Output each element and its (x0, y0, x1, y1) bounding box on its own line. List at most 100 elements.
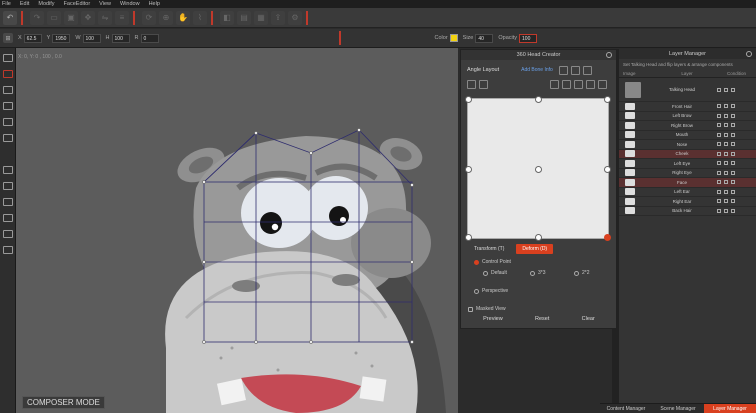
add-icon[interactable] (586, 79, 595, 89)
eye-icon[interactable] (717, 142, 721, 147)
flag-icon[interactable] (731, 208, 735, 213)
eye-icon[interactable] (717, 161, 721, 166)
flag-icon[interactable] (731, 170, 735, 175)
group-tool-icon[interactable]: ▣ (64, 10, 78, 25)
layer-row[interactable]: Left Eye (619, 159, 756, 169)
default-option[interactable]: Default (483, 270, 507, 276)
layer-icon[interactable] (2, 86, 13, 94)
frame-icon[interactable] (2, 182, 13, 190)
lock-icon[interactable] (724, 104, 728, 109)
eye-icon[interactable] (717, 189, 721, 194)
rotate-icon[interactable] (2, 134, 13, 142)
lock-icon[interactable] (724, 142, 728, 147)
blank-icon[interactable] (3, 150, 13, 158)
lock-icon[interactable] (724, 161, 728, 166)
layer-row[interactable]: Face (619, 178, 756, 188)
eye-icon[interactable] (717, 113, 721, 118)
menu-item-edit[interactable]: Edit (20, 1, 29, 7)
lock-icon[interactable] (724, 189, 728, 194)
move-point-icon[interactable] (479, 79, 488, 89)
angle-grid[interactable] (465, 96, 611, 241)
align-tool-icon[interactable]: ≡ (115, 10, 129, 25)
flag-icon[interactable] (731, 142, 735, 147)
sprite-editor-icon[interactable] (2, 70, 13, 78)
tab-layer-manager[interactable]: Layer Manager (704, 404, 756, 413)
close-icon[interactable] (746, 51, 752, 57)
redo-icon[interactable]: ↷ (30, 10, 44, 25)
remove-icon[interactable] (598, 79, 607, 89)
menu-item-view[interactable]: View (99, 1, 111, 7)
layer-row[interactable]: Nose (619, 140, 756, 150)
eye-icon[interactable] (717, 132, 721, 137)
preview-button[interactable]: Preview (483, 316, 503, 322)
color-swatch[interactable] (449, 34, 458, 42)
tab-content-manager[interactable]: Content Manager (600, 404, 652, 413)
sprite-tool-icon[interactable]: ◧ (220, 10, 234, 25)
perspective-option[interactable]: Perspective (474, 288, 508, 294)
pan-tool-icon[interactable]: ✋ (176, 10, 190, 25)
export-icon[interactable] (582, 65, 592, 75)
grid-handle[interactable] (535, 166, 542, 173)
settings-tool-icon[interactable]: ⚙ (288, 10, 302, 25)
tab-deform[interactable]: Deform (D) (516, 244, 554, 254)
timeline-icon[interactable] (2, 246, 13, 254)
lock-icon[interactable] (724, 199, 728, 204)
flip-tool-icon[interactable]: ⇋ (98, 10, 112, 25)
flag-icon[interactable] (731, 104, 735, 109)
eye-icon[interactable] (717, 123, 721, 128)
close-icon[interactable] (606, 52, 612, 58)
layer-row[interactable]: Mouth (619, 131, 756, 140)
brush-icon[interactable] (2, 102, 13, 110)
three-by-three-option[interactable]: 3*3 (530, 270, 546, 276)
eye-icon[interactable] (717, 170, 721, 175)
layer-row[interactable]: Right Ear (619, 197, 756, 207)
eye-icon[interactable] (717, 151, 721, 156)
flag-icon[interactable] (731, 199, 735, 204)
add-bone-info-link[interactable]: Add Bone Info (521, 67, 553, 73)
list-view-icon[interactable] (570, 65, 580, 75)
list-icon[interactable] (2, 198, 13, 206)
layer-row[interactable]: Right Eye (619, 169, 756, 178)
lock-icon[interactable] (724, 132, 728, 137)
transform-icon[interactable]: ⊞ (3, 33, 13, 43)
opacity-field[interactable]: 100 (519, 33, 538, 43)
lock-icon[interactable] (724, 151, 728, 156)
flag-icon[interactable] (731, 113, 735, 118)
y-field[interactable]: 1950 (52, 33, 71, 43)
undo-icon[interactable]: ↶ (3, 10, 17, 25)
eye-icon[interactable] (717, 208, 721, 213)
layer-row[interactable]: Cheek (619, 149, 756, 159)
clear-button[interactable]: Clear (582, 316, 595, 322)
table-icon[interactable] (2, 230, 13, 238)
crop-icon[interactable] (2, 118, 13, 126)
move-tool-icon[interactable]: ✥ (81, 10, 95, 25)
layer-row[interactable]: Left Brow (619, 112, 756, 121)
menu-item-help[interactable]: Help (149, 1, 160, 7)
reset-button[interactable]: Reset (535, 316, 549, 322)
grid-handle-active[interactable] (604, 234, 611, 241)
layout-a-icon[interactable] (550, 79, 559, 89)
grid-handle[interactable] (465, 166, 472, 173)
grid-handle[interactable] (535, 96, 542, 103)
flag-icon[interactable] (731, 132, 735, 137)
flag-icon[interactable] (731, 189, 735, 194)
lock-icon[interactable] (724, 180, 728, 185)
tab-scene-manager[interactable]: Scene Manager (652, 404, 704, 413)
composer-canvas[interactable] (16, 48, 458, 413)
menu-item-window[interactable]: Window (120, 1, 140, 7)
size-field[interactable]: 40 (475, 33, 494, 43)
grid-icon[interactable] (2, 214, 13, 222)
composer-mode-button[interactable]: COMPOSER MODE (22, 396, 105, 409)
menu-item-file[interactable]: File (2, 1, 11, 7)
x-field[interactable]: 62.5 (23, 33, 42, 43)
eye-icon[interactable] (717, 180, 721, 185)
layer-row[interactable]: Right Brow (619, 121, 756, 131)
grid-handle[interactable] (604, 96, 611, 103)
masked-view-option[interactable]: Masked View (468, 306, 506, 312)
eye-icon[interactable] (717, 199, 721, 204)
control-point-option[interactable]: Control Point (474, 259, 511, 265)
select-tool-icon[interactable]: ▭ (47, 10, 61, 25)
lock-icon[interactable] (724, 208, 728, 213)
eye-icon[interactable] (717, 104, 721, 109)
bone-tool-icon[interactable]: ⌇ (193, 10, 207, 25)
